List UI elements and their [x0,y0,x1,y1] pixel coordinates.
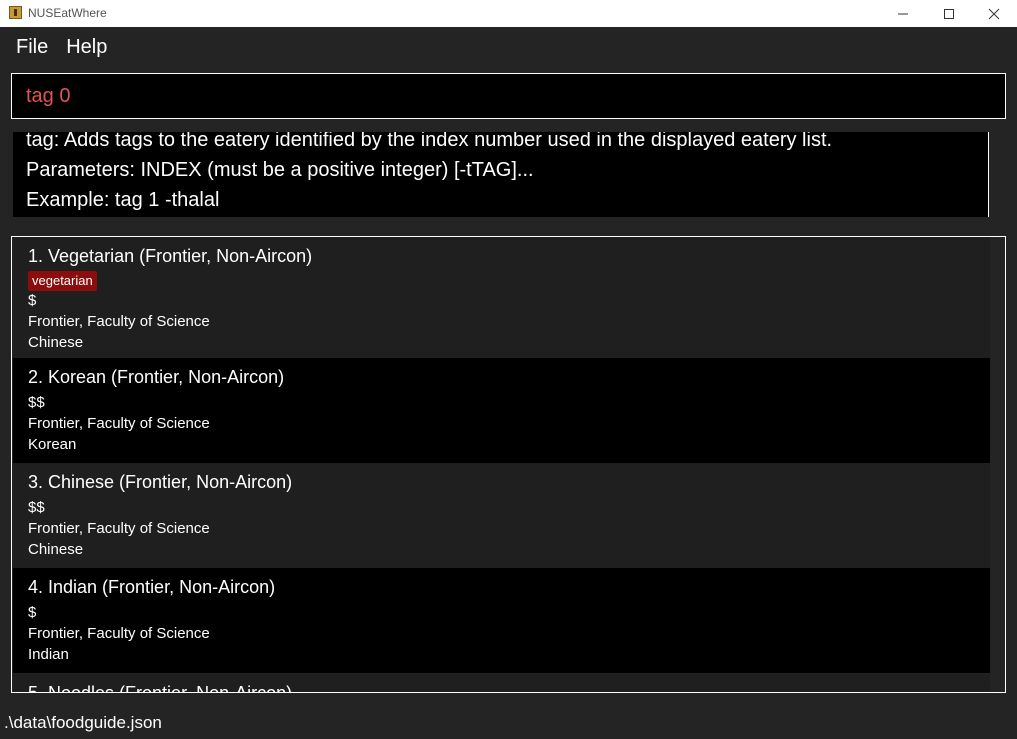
eatery-price: $ [28,292,37,309]
window-title: NUSEatWhere [28,6,107,20]
eatery-cuisine: Chinese [28,541,84,558]
eatery-title: 2. Korean (Frontier, Non-Aircon) [28,367,285,387]
eatery-card[interactable]: 3. Chinese (Frontier, Non-Aircon) $$ Fro… [13,463,990,568]
eatery-card[interactable]: 2. Korean (Frontier, Non-Aircon) $$ Fron… [13,358,990,463]
eatery-title: 5. Noodles (Frontier, Non-Aircon) [28,683,293,693]
status-bar: .\data\foodguide.json [0,706,1017,739]
eatery-title: 3. Chinese (Frontier, Non-Aircon) [28,472,293,492]
result-line: Parameters: INDEX (must be a positive in… [26,159,534,181]
eatery-location: Frontier, Faculty of Science [28,313,210,330]
command-text[interactable]: tag 0 [26,85,70,108]
eatery-cuisine: Indian [28,646,69,663]
eatery-card[interactable]: 5. Noodles (Frontier, Non-Aircon) [13,674,990,693]
eatery-price: $ [28,604,37,621]
title-bar: NUSEatWhere [0,0,1017,27]
command-input[interactable]: tag 0 [11,73,1006,119]
menu-bar: File Help [0,27,1017,67]
close-icon[interactable] [971,0,1017,27]
eatery-card[interactable]: 1. Vegetarian (Frontier, Non-Aircon) veg… [13,237,990,358]
eatery-location: Frontier, Faculty of Science [28,625,210,642]
tag-badge: vegetarian [28,271,97,291]
app-window: NUSEatWhere File Help tag 0 tag: Adds ta… [0,0,1017,739]
result-line: Example: tag 1 -thalal [26,189,220,211]
save-location: .\data\foodguide.json [4,712,162,732]
result-line: tag: Adds tags to the eatery identified … [26,132,833,151]
menu-help[interactable]: Help [66,36,107,59]
eatery-price: $$ [28,394,45,411]
eatery-price: $$ [28,499,45,516]
eatery-location: Frontier, Faculty of Science [28,520,210,537]
eatery-title: 4. Indian (Frontier, Non-Aircon) [28,577,276,597]
eatery-location: Frontier, Faculty of Science [28,415,210,432]
eatery-cuisine: Chinese [28,334,84,351]
eatery-cuisine: Korean [28,436,77,453]
eatery-list[interactable]: 1. Vegetarian (Frontier, Non-Aircon) veg… [11,236,1006,693]
maximize-icon[interactable] [926,0,972,27]
app-icon [9,6,22,19]
minimize-icon[interactable] [880,0,926,27]
eatery-card[interactable]: 4. Indian (Frontier, Non-Aircon) $ Front… [13,568,990,673]
result-display: tag: Adds tags to the eatery identified … [13,132,989,217]
menu-file[interactable]: File [16,36,48,59]
eatery-title: 1. Vegetarian (Frontier, Non-Aircon) [28,246,313,266]
